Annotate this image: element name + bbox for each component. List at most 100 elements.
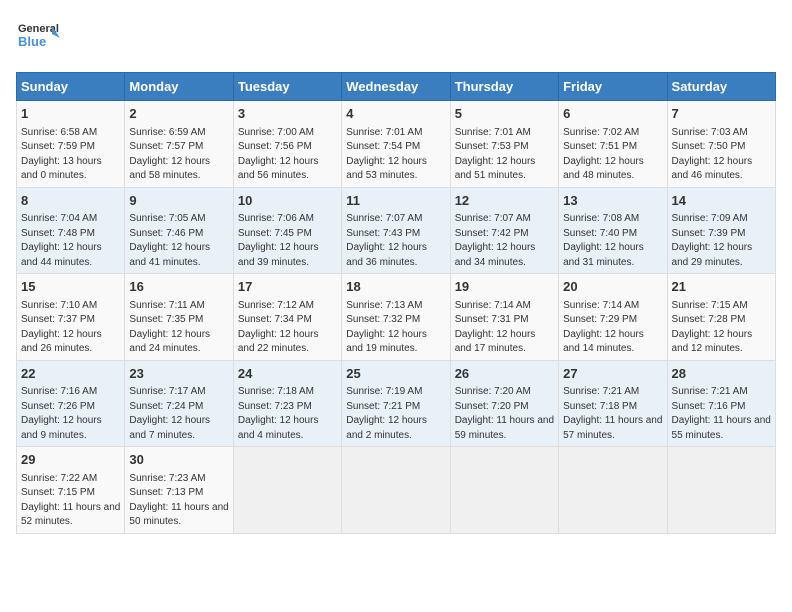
day-number: 5	[455, 105, 554, 123]
calendar-cell: 27 Sunrise: 7:21 AM Sunset: 7:18 PM Dayl…	[559, 360, 667, 447]
day-number: 20	[563, 278, 662, 296]
day-number: 29	[21, 451, 120, 469]
calendar-cell: 24 Sunrise: 7:18 AM Sunset: 7:23 PM Dayl…	[233, 360, 341, 447]
sunset-info: Sunset: 7:45 PM	[238, 228, 312, 239]
calendar-cell: 17 Sunrise: 7:12 AM Sunset: 7:34 PM Dayl…	[233, 274, 341, 361]
calendar-cell: 13 Sunrise: 7:08 AM Sunset: 7:40 PM Dayl…	[559, 187, 667, 274]
calendar-week-4: 22 Sunrise: 7:16 AM Sunset: 7:26 PM Dayl…	[17, 360, 776, 447]
daylight-info: Daylight: 11 hours and 55 minutes.	[672, 415, 771, 441]
header-monday: Monday	[125, 73, 233, 101]
sunrise-info: Sunrise: 7:06 AM	[238, 213, 314, 224]
sunset-info: Sunset: 7:48 PM	[21, 228, 95, 239]
sunset-info: Sunset: 7:32 PM	[346, 314, 420, 325]
daylight-info: Daylight: 12 hours and 7 minutes.	[129, 415, 210, 441]
calendar-cell: 16 Sunrise: 7:11 AM Sunset: 7:35 PM Dayl…	[125, 274, 233, 361]
calendar-cell: 19 Sunrise: 7:14 AM Sunset: 7:31 PM Dayl…	[450, 274, 558, 361]
daylight-info: Daylight: 12 hours and 9 minutes.	[21, 415, 102, 441]
sunrise-info: Sunrise: 7:01 AM	[455, 127, 531, 138]
calendar-cell: 8 Sunrise: 7:04 AM Sunset: 7:48 PM Dayli…	[17, 187, 125, 274]
sunrise-info: Sunrise: 7:08 AM	[563, 213, 639, 224]
sunset-info: Sunset: 7:54 PM	[346, 141, 420, 152]
day-number: 27	[563, 365, 662, 383]
logo-svg: General Blue	[16, 16, 60, 60]
sunrise-info: Sunrise: 7:01 AM	[346, 127, 422, 138]
calendar-table: SundayMondayTuesdayWednesdayThursdayFrid…	[16, 72, 776, 534]
sunrise-info: Sunrise: 7:19 AM	[346, 386, 422, 397]
calendar-cell: 7 Sunrise: 7:03 AM Sunset: 7:50 PM Dayli…	[667, 101, 775, 188]
sunset-info: Sunset: 7:18 PM	[563, 401, 637, 412]
daylight-info: Daylight: 13 hours and 0 minutes.	[21, 156, 102, 182]
day-number: 13	[563, 192, 662, 210]
calendar-cell: 21 Sunrise: 7:15 AM Sunset: 7:28 PM Dayl…	[667, 274, 775, 361]
daylight-info: Daylight: 11 hours and 50 minutes.	[129, 502, 228, 528]
svg-text:Blue: Blue	[18, 34, 46, 49]
header-sunday: Sunday	[17, 73, 125, 101]
sunset-info: Sunset: 7:43 PM	[346, 228, 420, 239]
sunset-info: Sunset: 7:40 PM	[563, 228, 637, 239]
calendar-cell: 29 Sunrise: 7:22 AM Sunset: 7:15 PM Dayl…	[17, 447, 125, 534]
sunrise-info: Sunrise: 7:14 AM	[455, 300, 531, 311]
calendar-cell: 18 Sunrise: 7:13 AM Sunset: 7:32 PM Dayl…	[342, 274, 450, 361]
sunset-info: Sunset: 7:23 PM	[238, 401, 312, 412]
day-number: 1	[21, 105, 120, 123]
day-number: 2	[129, 105, 228, 123]
day-number: 24	[238, 365, 337, 383]
sunset-info: Sunset: 7:28 PM	[672, 314, 746, 325]
sunset-info: Sunset: 7:24 PM	[129, 401, 203, 412]
sunrise-info: Sunrise: 7:07 AM	[455, 213, 531, 224]
day-number: 7	[672, 105, 771, 123]
daylight-info: Daylight: 12 hours and 22 minutes.	[238, 329, 319, 355]
day-number: 18	[346, 278, 445, 296]
sunset-info: Sunset: 7:21 PM	[346, 401, 420, 412]
calendar-cell: 12 Sunrise: 7:07 AM Sunset: 7:42 PM Dayl…	[450, 187, 558, 274]
sunset-info: Sunset: 7:57 PM	[129, 141, 203, 152]
day-number: 25	[346, 365, 445, 383]
day-number: 30	[129, 451, 228, 469]
sunset-info: Sunset: 7:37 PM	[21, 314, 95, 325]
calendar-cell: 9 Sunrise: 7:05 AM Sunset: 7:46 PM Dayli…	[125, 187, 233, 274]
calendar-week-2: 8 Sunrise: 7:04 AM Sunset: 7:48 PM Dayli…	[17, 187, 776, 274]
calendar-cell: 1 Sunrise: 6:58 AM Sunset: 7:59 PM Dayli…	[17, 101, 125, 188]
header-friday: Friday	[559, 73, 667, 101]
sunrise-info: Sunrise: 6:58 AM	[21, 127, 97, 138]
sunset-info: Sunset: 7:31 PM	[455, 314, 529, 325]
calendar-cell: 5 Sunrise: 7:01 AM Sunset: 7:53 PM Dayli…	[450, 101, 558, 188]
sunset-info: Sunset: 7:56 PM	[238, 141, 312, 152]
sunrise-info: Sunrise: 7:00 AM	[238, 127, 314, 138]
day-number: 22	[21, 365, 120, 383]
header-wednesday: Wednesday	[342, 73, 450, 101]
sunrise-info: Sunrise: 7:05 AM	[129, 213, 205, 224]
daylight-info: Daylight: 12 hours and 26 minutes.	[21, 329, 102, 355]
calendar-cell: 30 Sunrise: 7:23 AM Sunset: 7:13 PM Dayl…	[125, 447, 233, 534]
calendar-week-1: 1 Sunrise: 6:58 AM Sunset: 7:59 PM Dayli…	[17, 101, 776, 188]
sunset-info: Sunset: 7:34 PM	[238, 314, 312, 325]
sunset-info: Sunset: 7:29 PM	[563, 314, 637, 325]
calendar-cell: 6 Sunrise: 7:02 AM Sunset: 7:51 PM Dayli…	[559, 101, 667, 188]
sunrise-info: Sunrise: 7:16 AM	[21, 386, 97, 397]
sunrise-info: Sunrise: 7:11 AM	[129, 300, 204, 311]
daylight-info: Daylight: 12 hours and 39 minutes.	[238, 242, 319, 268]
daylight-info: Daylight: 12 hours and 31 minutes.	[563, 242, 644, 268]
day-number: 15	[21, 278, 120, 296]
sunset-info: Sunset: 7:51 PM	[563, 141, 637, 152]
calendar-cell: 10 Sunrise: 7:06 AM Sunset: 7:45 PM Dayl…	[233, 187, 341, 274]
calendar-week-5: 29 Sunrise: 7:22 AM Sunset: 7:15 PM Dayl…	[17, 447, 776, 534]
daylight-info: Daylight: 12 hours and 44 minutes.	[21, 242, 102, 268]
daylight-info: Daylight: 12 hours and 19 minutes.	[346, 329, 427, 355]
days-header-row: SundayMondayTuesdayWednesdayThursdayFrid…	[17, 73, 776, 101]
sunset-info: Sunset: 7:46 PM	[129, 228, 203, 239]
sunset-info: Sunset: 7:15 PM	[21, 487, 95, 498]
calendar-cell: 20 Sunrise: 7:14 AM Sunset: 7:29 PM Dayl…	[559, 274, 667, 361]
daylight-info: Daylight: 11 hours and 52 minutes.	[21, 502, 120, 528]
calendar-cell: 26 Sunrise: 7:20 AM Sunset: 7:20 PM Dayl…	[450, 360, 558, 447]
sunset-info: Sunset: 7:50 PM	[672, 141, 746, 152]
sunset-info: Sunset: 7:16 PM	[672, 401, 746, 412]
sunset-info: Sunset: 7:20 PM	[455, 401, 529, 412]
sunrise-info: Sunrise: 7:21 AM	[563, 386, 639, 397]
calendar-cell	[450, 447, 558, 534]
calendar-cell: 25 Sunrise: 7:19 AM Sunset: 7:21 PM Dayl…	[342, 360, 450, 447]
day-number: 17	[238, 278, 337, 296]
daylight-info: Daylight: 12 hours and 4 minutes.	[238, 415, 319, 441]
day-number: 28	[672, 365, 771, 383]
sunset-info: Sunset: 7:26 PM	[21, 401, 95, 412]
